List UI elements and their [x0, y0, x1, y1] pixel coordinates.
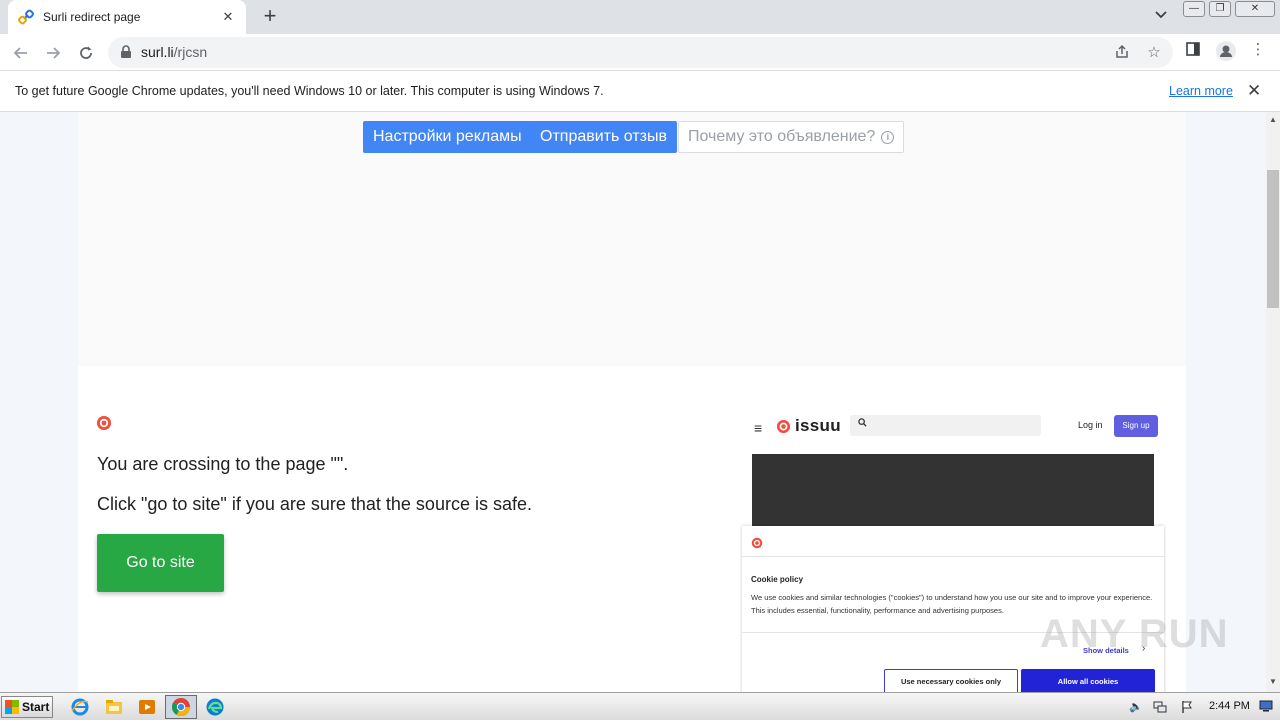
scroll-up-arrow-icon[interactable]: ▲ — [1269, 115, 1277, 124]
info-icon: i — [881, 131, 895, 144]
windows-taskbar: Start 🔈 2:44 PM — [0, 692, 1280, 720]
crossing-text: You are crossing to the page "". — [97, 454, 349, 474]
send-feedback-button[interactable]: Отправить отзыв — [530, 121, 677, 153]
infobar-close-icon[interactable]: ✕ — [1247, 81, 1261, 101]
minimize-button[interactable]: — — [1183, 1, 1205, 17]
kebab-menu-icon[interactable]: ⋮ — [1249, 41, 1267, 59]
search-icon — [858, 418, 867, 430]
file-explorer-icon[interactable] — [104, 697, 124, 717]
scroll-down-arrow-icon[interactable]: ▼ — [1269, 677, 1277, 686]
anyrun-watermark: ANY RUN — [1040, 612, 1229, 656]
ad-settings-button[interactable]: Настройки рекламы — [363, 121, 532, 153]
page-scrollbar[interactable]: ▲ ▼ — [1266, 112, 1280, 692]
preview-login-link: Log in — [1078, 420, 1103, 430]
window-close-button[interactable]: ✕ — [1235, 1, 1275, 17]
cookie-title: Cookie policy — [751, 575, 804, 584]
safety-text: Click "go to site" if you are sure that … — [97, 494, 532, 514]
cookie-necessary-button: Use necessary cookies only — [884, 669, 1018, 692]
link-icon — [18, 9, 34, 25]
tab-surli[interactable]: Surli redirect page ✕ — [8, 0, 246, 34]
start-button[interactable]: Start — [1, 696, 53, 718]
page-container: Настройки рекламы Отправить отзыв Почему… — [78, 112, 1186, 692]
profile-avatar-icon[interactable] — [1215, 40, 1237, 62]
tab-search-chevron-icon[interactable] — [1151, 8, 1171, 26]
windows-logo-icon — [5, 700, 19, 714]
share-icon[interactable] — [1113, 44, 1131, 62]
browser-toolbar: surl.li/rjcsn ☆ ⋮ — [0, 34, 1280, 71]
issuu-brand: issuu — [776, 416, 841, 436]
reload-icon[interactable] — [74, 41, 98, 65]
infobar-message: To get future Google Chrome updates, you… — [15, 84, 604, 98]
start-label: Start — [22, 700, 50, 714]
issuu-logo-icon — [96, 415, 112, 431]
lock-icon[interactable] — [120, 45, 132, 59]
internet-explorer-icon[interactable] — [70, 697, 90, 717]
preview-cookie-dialog: Cookie policy We use cookies and similar… — [742, 526, 1164, 692]
preview-dark-banner — [752, 454, 1154, 528]
volume-icon[interactable]: 🔈 — [1129, 700, 1143, 714]
scrollbar-thumb[interactable] — [1267, 170, 1279, 308]
edge-icon[interactable] — [205, 697, 225, 717]
issuu-logo-icon — [751, 536, 763, 554]
divider — [742, 556, 1164, 557]
issuu-logo-icon — [776, 419, 791, 433]
url-text[interactable]: surl.li/rjcsn — [141, 44, 207, 60]
restore-button[interactable]: ❐ — [1209, 1, 1231, 17]
media-player-icon[interactable] — [137, 697, 157, 717]
bookmark-star-icon[interactable]: ☆ — [1145, 44, 1163, 62]
update-infobar: To get future Google Chrome updates, you… — [0, 71, 1280, 112]
forward-arrow-icon[interactable] — [41, 41, 65, 65]
issuu-wordmark: issuu — [795, 416, 841, 435]
back-arrow-icon[interactable] — [9, 41, 33, 65]
side-panel-icon[interactable] — [1184, 41, 1202, 59]
page-viewport: Настройки рекламы Отправить отзыв Почему… — [0, 112, 1266, 692]
hamburger-menu-icon: ≡ — [754, 420, 763, 436]
chrome-taskbar-button[interactable] — [165, 695, 197, 719]
tab-title: Surli redirect page — [43, 10, 141, 24]
tab-strip: Surli redirect page ✕ + — ❐ ✕ — [0, 0, 1280, 34]
new-tab-button[interactable]: + — [258, 5, 282, 29]
why-this-ad-button[interactable]: Почему это объявление? i — [678, 121, 905, 153]
action-center-flag-icon[interactable] — [1180, 700, 1194, 714]
taskbar-clock[interactable]: 2:44 PM — [1209, 700, 1250, 712]
preview-search-box — [850, 415, 1041, 436]
preview-signup-button: Sign up — [1114, 415, 1158, 437]
cookie-allow-all-button: Allow all cookies — [1021, 669, 1155, 692]
network-icon[interactable] — [1153, 700, 1167, 714]
chrome-icon — [172, 698, 190, 717]
learn-more-link[interactable]: Learn more — [1169, 84, 1233, 98]
go-to-site-button[interactable]: Go to site — [97, 534, 224, 592]
why-this-ad-label: Почему это объявление? — [688, 128, 876, 145]
ad-area: Настройки рекламы Отправить отзыв Почему… — [78, 112, 1186, 366]
address-bar[interactable]: surl.li/rjcsn ☆ — [108, 37, 1173, 68]
show-desktop-icon[interactable] — [1259, 700, 1273, 714]
tab-close-icon[interactable]: ✕ — [220, 9, 236, 25]
